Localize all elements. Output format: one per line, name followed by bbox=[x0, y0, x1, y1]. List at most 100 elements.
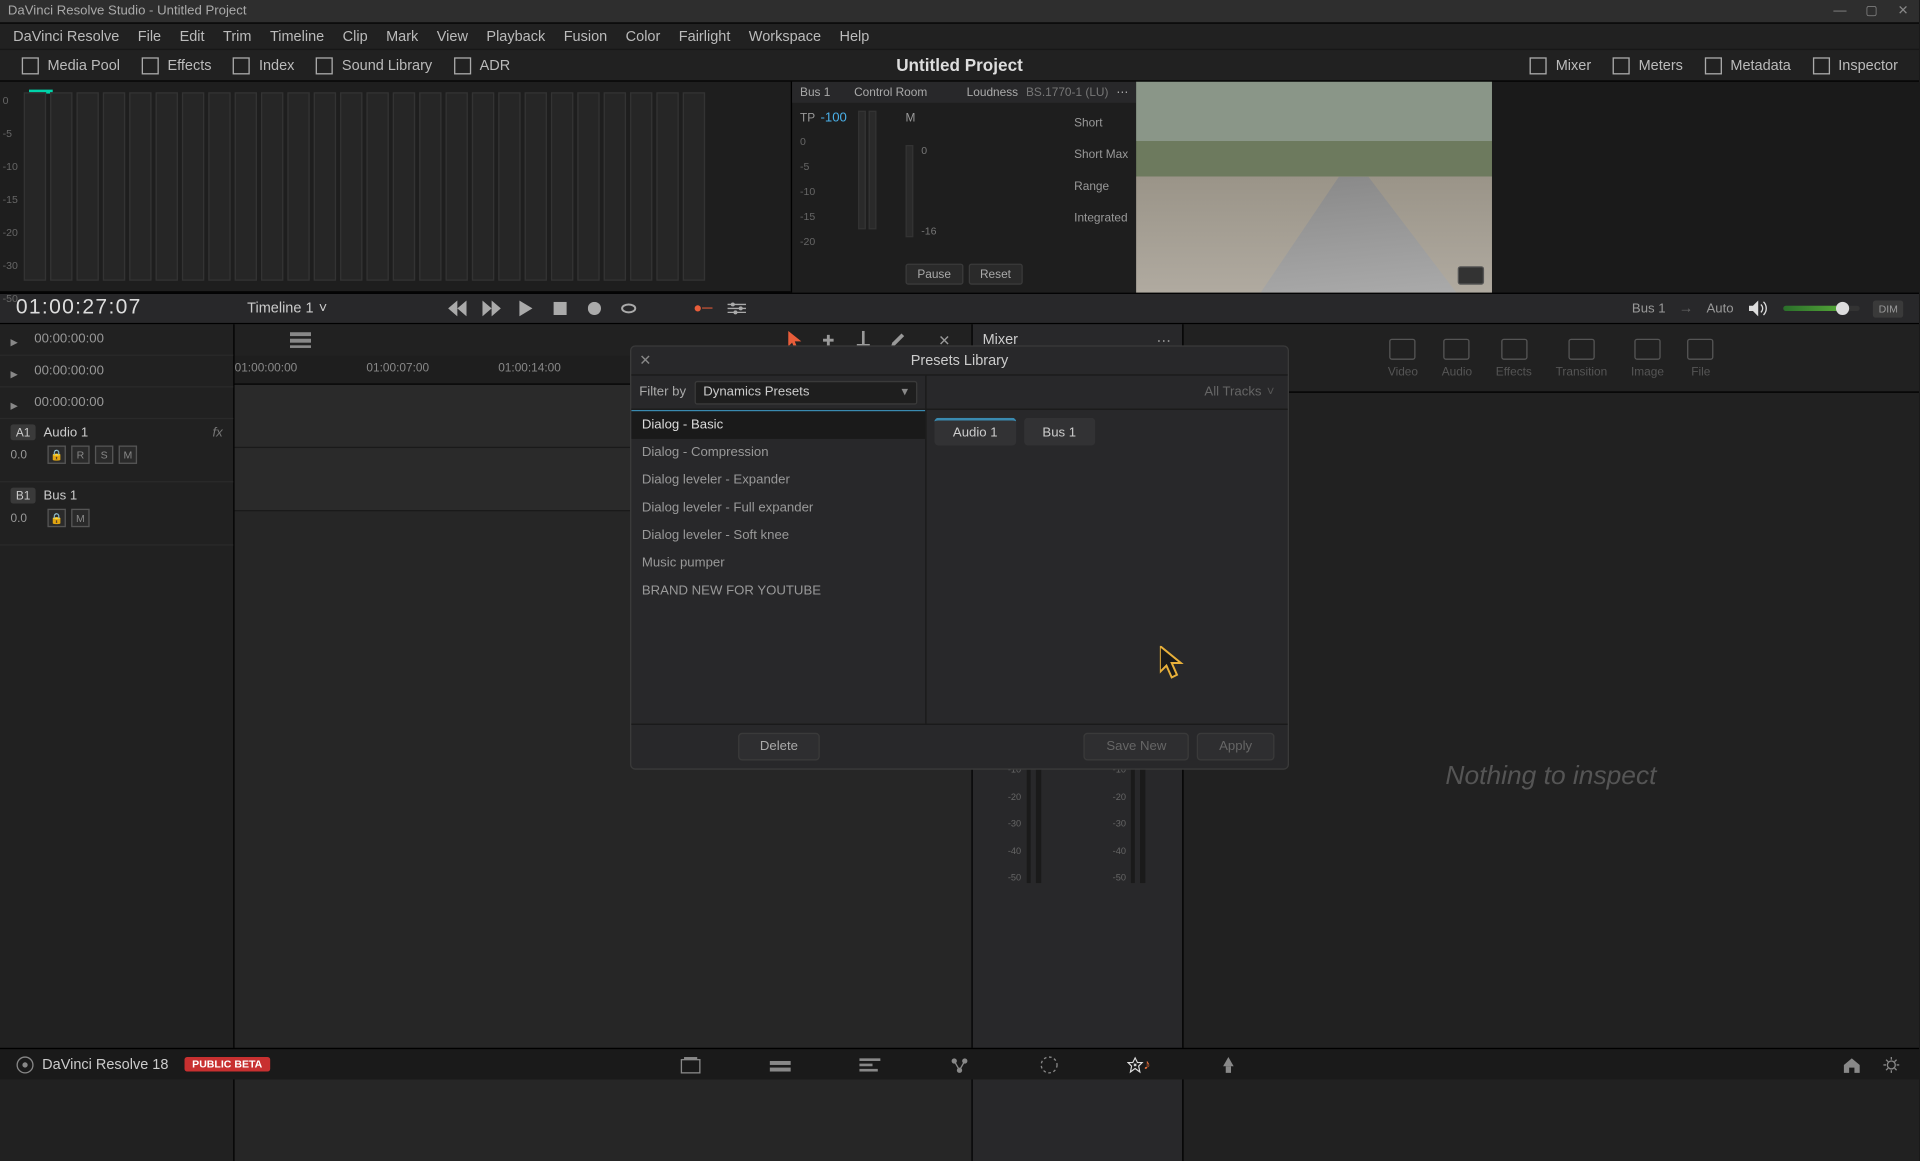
preset-item[interactable]: Dialog leveler - Soft knee bbox=[631, 522, 925, 550]
menu-color[interactable]: Color bbox=[618, 26, 668, 47]
menu-edit[interactable]: Edit bbox=[172, 26, 213, 47]
menu-bar: DaVinci ResolveFileEditTrimTimelineClipM… bbox=[0, 24, 1919, 50]
menu-davinci-resolve[interactable]: DaVinci Resolve bbox=[5, 26, 127, 47]
monitor-bus[interactable]: Bus 1 bbox=[1632, 301, 1666, 315]
effects-button[interactable]: Effects bbox=[131, 52, 223, 78]
speaker-icon[interactable] bbox=[1747, 297, 1771, 321]
inspector-button[interactable]: Inspector bbox=[1801, 52, 1908, 78]
page-fusion[interactable] bbox=[948, 1052, 972, 1076]
menu-clip[interactable]: Clip bbox=[335, 26, 376, 47]
track-header-panel: ▸00:00:00:00▸00:00:00:00▸00:00:00:00 A1A… bbox=[0, 324, 235, 1161]
loop-button[interactable] bbox=[617, 297, 641, 321]
save-new-button[interactable]: Save New bbox=[1084, 733, 1189, 761]
inspector-icon bbox=[1812, 56, 1830, 74]
loudness-short-max: Short Max bbox=[1074, 148, 1128, 161]
filter-dropdown[interactable]: Dynamics Presets bbox=[694, 380, 917, 404]
page-media[interactable] bbox=[679, 1052, 703, 1076]
settings-icon[interactable] bbox=[725, 297, 749, 321]
inspector-tab-transition[interactable]: Transition bbox=[1556, 338, 1608, 378]
rewind-button[interactable] bbox=[446, 297, 470, 321]
forward-button[interactable] bbox=[480, 297, 504, 321]
preset-item[interactable]: Dialog - Basic bbox=[631, 410, 925, 439]
stop-button[interactable] bbox=[549, 297, 573, 321]
inspector-tab-file[interactable]: File bbox=[1688, 338, 1714, 378]
page-color[interactable] bbox=[1037, 1052, 1061, 1076]
preset-item[interactable]: Dialog leveler - Full expander bbox=[631, 494, 925, 522]
sound-lib-button[interactable]: Sound Library bbox=[305, 52, 443, 78]
page-edit[interactable] bbox=[858, 1052, 882, 1076]
timeline-name: Timeline 1 bbox=[247, 301, 313, 317]
preset-item[interactable]: Music pumper bbox=[631, 550, 925, 578]
meter-bar bbox=[498, 92, 520, 280]
automation-button[interactable]: ●─ bbox=[691, 297, 715, 321]
page-deliver[interactable] bbox=[1217, 1052, 1241, 1076]
menu-trim[interactable]: Trim bbox=[215, 26, 259, 47]
preset-item[interactable]: BRAND NEW FOR YOUTUBE bbox=[631, 577, 925, 605]
apply-button[interactable]: Apply bbox=[1197, 733, 1275, 761]
maximize-button[interactable]: ▢ bbox=[1864, 3, 1880, 19]
track-r-button[interactable]: R bbox=[71, 445, 89, 463]
meter-bar bbox=[419, 92, 441, 280]
menu-workspace[interactable]: Workspace bbox=[741, 26, 829, 47]
lock-icon[interactable]: 🔒 bbox=[47, 445, 65, 463]
media-pool-button[interactable]: Media Pool bbox=[11, 52, 131, 78]
play-button[interactable] bbox=[514, 297, 538, 321]
timecode-box-2[interactable]: ▸00:00:00:00 bbox=[0, 387, 233, 419]
pause-button[interactable]: Pause bbox=[905, 264, 962, 285]
menu-help[interactable]: Help bbox=[832, 26, 878, 47]
menu-fairlight[interactable]: Fairlight bbox=[671, 26, 738, 47]
track-m-button[interactable]: M bbox=[71, 509, 89, 527]
adr-button[interactable]: ADR bbox=[443, 52, 521, 78]
index-button[interactable]: Index bbox=[222, 52, 305, 78]
inspector-tab-effects[interactable]: Effects bbox=[1496, 338, 1532, 378]
record-button[interactable] bbox=[583, 297, 607, 321]
inspector-tab-video[interactable]: Video bbox=[1388, 338, 1418, 378]
expand-preview-button[interactable] bbox=[1458, 266, 1484, 284]
main-timecode[interactable]: 01:00:27:07 bbox=[16, 297, 142, 321]
page-cut[interactable] bbox=[768, 1052, 792, 1076]
presets-close-button[interactable]: ✕ bbox=[639, 352, 657, 370]
menu-mark[interactable]: Mark bbox=[378, 26, 426, 47]
project-settings-button[interactable] bbox=[1879, 1052, 1903, 1076]
mixer-button[interactable]: Mixer bbox=[1519, 52, 1602, 78]
loudness-standard: BS.1770-1 (LU) bbox=[1026, 86, 1108, 99]
timeline-view-button[interactable] bbox=[287, 327, 313, 353]
preset-item[interactable]: Dialog - Compression bbox=[631, 439, 925, 467]
mixer-fader-b1[interactable]: 0-5-10-20-30-40-50 bbox=[1077, 704, 1182, 1161]
meters-button[interactable]: Meters bbox=[1602, 52, 1694, 78]
delete-button[interactable]: Delete bbox=[737, 733, 820, 761]
preset-track-tab[interactable]: Audio 1 bbox=[934, 418, 1016, 446]
menu-file[interactable]: File bbox=[130, 26, 169, 47]
page-fairlight[interactable]: ♪ bbox=[1127, 1052, 1151, 1076]
metadata-button[interactable]: Metadata bbox=[1693, 52, 1801, 78]
volume-slider[interactable] bbox=[1784, 306, 1860, 311]
timeline-selector[interactable]: Timeline 1 ˅ bbox=[247, 301, 327, 317]
track-m-button[interactable]: M bbox=[119, 445, 137, 463]
preset-track-tab[interactable]: Bus 1 bbox=[1024, 418, 1095, 446]
menu-fusion[interactable]: Fusion bbox=[556, 26, 615, 47]
track-s-button[interactable]: S bbox=[95, 445, 113, 463]
menu-timeline[interactable]: Timeline bbox=[262, 26, 332, 47]
timecode-box-0[interactable]: ▸00:00:00:00 bbox=[0, 324, 233, 356]
inspector-tab-image[interactable]: Image bbox=[1631, 338, 1664, 378]
loudness-menu-icon[interactable]: ⋯ bbox=[1116, 85, 1128, 99]
meter-bar bbox=[445, 92, 467, 280]
close-button[interactable]: ✕ bbox=[1895, 3, 1911, 19]
mixer-fader-a1[interactable]: 0-5-10-20-30-40-50 bbox=[972, 704, 1077, 1161]
track-header-a1[interactable]: A1Audio 1fx0.0🔒RSM bbox=[0, 419, 233, 482]
menu-view[interactable]: View bbox=[429, 26, 476, 47]
play-icon: ▸ bbox=[11, 364, 24, 377]
dim-button[interactable]: DIM bbox=[1873, 300, 1903, 317]
all-tracks-dropdown[interactable]: All Tracks bbox=[1204, 385, 1261, 399]
monitor-auto[interactable]: Auto bbox=[1706, 301, 1733, 315]
inspector-tab-audio[interactable]: Audio bbox=[1442, 338, 1472, 378]
timecode-box-1[interactable]: ▸00:00:00:00 bbox=[0, 356, 233, 388]
home-button[interactable] bbox=[1840, 1052, 1864, 1076]
menu-playback[interactable]: Playback bbox=[478, 26, 553, 47]
reset-button[interactable]: Reset bbox=[968, 264, 1023, 285]
preset-item[interactable]: Dialog leveler - Expander bbox=[631, 467, 925, 495]
track-header-b1[interactable]: B1Bus 10.0🔒M bbox=[0, 482, 233, 545]
lock-icon[interactable]: 🔒 bbox=[47, 509, 65, 527]
minimize-button[interactable]: ― bbox=[1832, 3, 1848, 19]
app-name: DaVinci Resolve 18 bbox=[42, 1056, 168, 1072]
